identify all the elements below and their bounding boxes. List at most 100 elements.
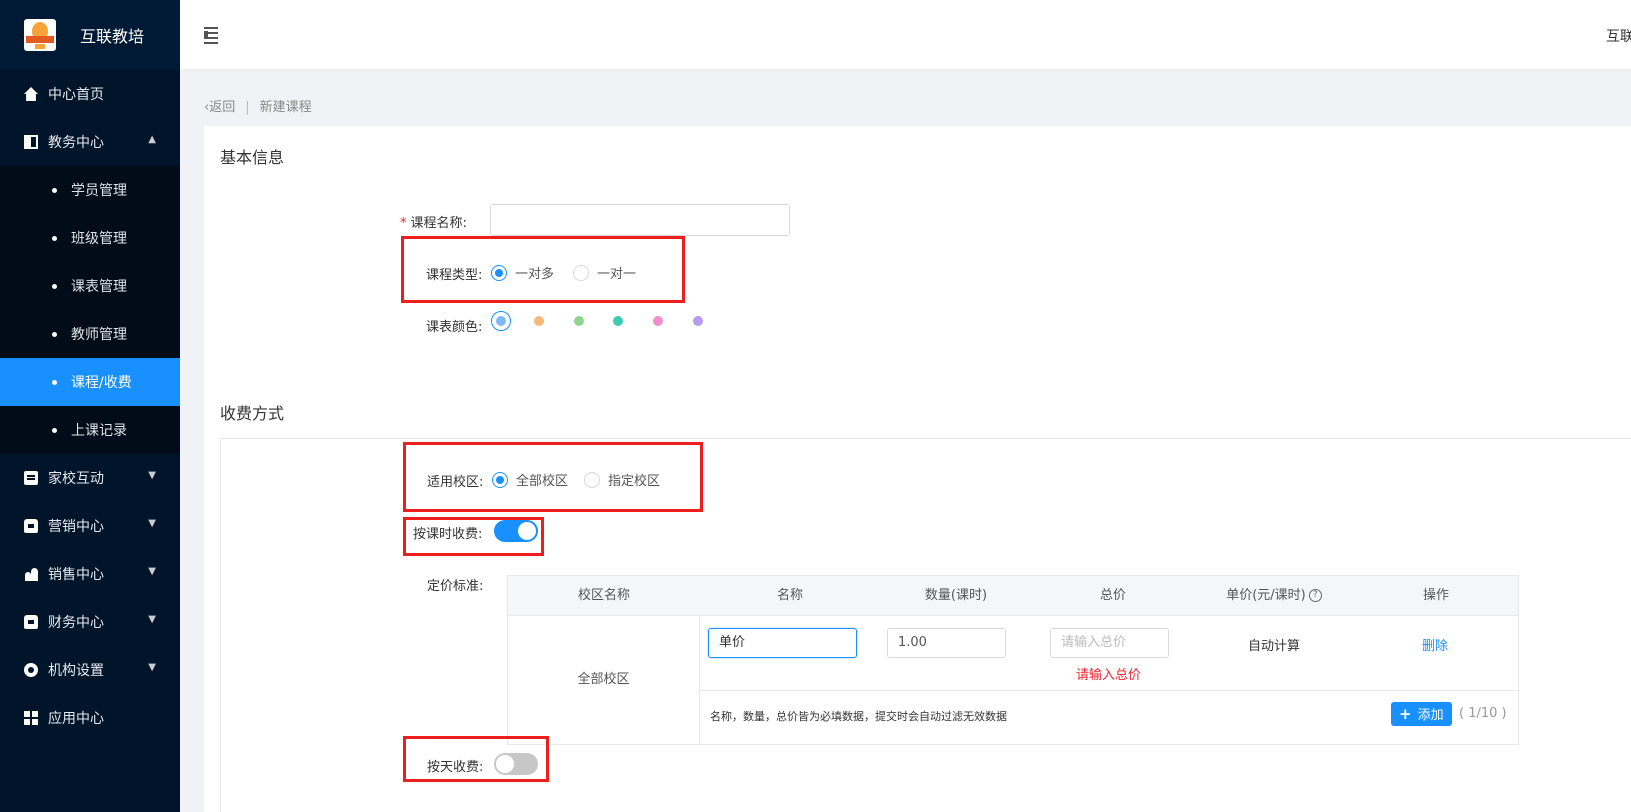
row-count: ( 1/10 ) (1459, 706, 1507, 721)
sidebar-item-label: 机构设置 (48, 663, 104, 679)
submenu-item-label: 学员管理 (71, 183, 127, 199)
submenu-item-schedule[interactable]: 课表管理 (0, 262, 180, 310)
chevron-down-icon: ▼ (148, 566, 156, 577)
sidebar-item-academic[interactable]: 教务中心 ▲ (0, 118, 180, 166)
color-option-3[interactable] (574, 316, 584, 326)
color-option-5[interactable] (653, 316, 663, 326)
question-circle-icon[interactable]: ? (1308, 589, 1322, 602)
chevron-up-icon: ▲ (148, 134, 156, 145)
course-name-label-text: 课程名称: (410, 216, 467, 231)
submenu-item-records[interactable]: 上课记录 (0, 406, 180, 454)
pricing-table: 校区名称 名称 数量(课时) 总价 单价(元/课时)? 操作 全部校区 单价 1… (507, 575, 1519, 745)
color-label: 课表颜色: (426, 320, 483, 335)
switch-knob (496, 755, 514, 773)
submenu-item-courses[interactable]: 课程/收费 (0, 358, 180, 406)
by-lesson-switch[interactable] (494, 520, 538, 542)
table-header: 校区名称 名称 数量(课时) 总价 单价(元/课时)? 操作 (508, 576, 1518, 616)
color-option-4[interactable] (613, 316, 623, 326)
submenu-item-classes[interactable]: 班级管理 (0, 214, 180, 262)
charge-settings-box: 适用校区: 全部校区 指定校区 按课时收费: 定价标准: 校区名称 名称 数量(… (220, 438, 1631, 812)
color-option-6[interactable] (693, 316, 703, 326)
plus-icon: + (1399, 705, 1412, 723)
th-unit-price: 单价(元/课时)? (1194, 576, 1354, 616)
total-price-input[interactable]: 请输入总价 (1050, 628, 1169, 658)
brand[interactable]: 互联教培 (0, 0, 180, 70)
chevron-down-icon: ▼ (148, 518, 156, 529)
submenu-item-students[interactable]: 学员管理 (0, 166, 180, 214)
th-action: 操作 (1422, 588, 1449, 603)
radio-label: 全部校区 (516, 474, 569, 489)
switch-knob (518, 522, 536, 540)
sidebar-item-label: 财务中心 (48, 615, 104, 631)
th-total: 总价 (1099, 588, 1126, 603)
submenu-item-label: 课表管理 (71, 279, 127, 295)
sidebar-item-sales[interactable]: 销售中心 ▼ (0, 550, 180, 598)
dot-icon (52, 331, 57, 337)
price-name-input[interactable]: 单价 (708, 628, 857, 658)
by-day-switch[interactable] (494, 753, 538, 775)
indent-menu-icon[interactable] (204, 27, 222, 44)
add-button[interactable]: + 添加 (1391, 702, 1452, 726)
radio-label: 指定校区 (608, 474, 661, 489)
course-name-label: * 课程名称: (400, 212, 467, 231)
radio-label: 一对一 (597, 267, 637, 282)
dot-icon (52, 427, 57, 433)
header-user[interactable]: 互联 (1606, 26, 1631, 46)
submenu-item-teachers[interactable]: 教师管理 (0, 310, 180, 358)
th-quantity: 数量(课时) (924, 588, 988, 603)
grid-icon (24, 711, 38, 725)
color-option-2[interactable] (534, 316, 544, 326)
th-unit-price-text: 单价(元/课时) (1226, 588, 1306, 603)
sidebar-item-label: 教务中心 (48, 135, 104, 151)
sidebar-item-settings[interactable]: 机构设置 ▼ (0, 646, 180, 694)
section-title-basic: 基本信息 (220, 148, 285, 167)
sidebar-item-label: 营销中心 (48, 519, 104, 535)
pricing-label: 定价标准: (427, 579, 484, 594)
breadcrumb-separator: | (245, 100, 250, 115)
sidebar-item-apps[interactable]: 应用中心 (0, 694, 180, 742)
sidebar-item-marketing[interactable]: 营销中心 ▼ (0, 502, 180, 550)
sidebar-item-home[interactable]: 中心首页 (0, 70, 180, 118)
back-link[interactable]: ‹返回 (204, 100, 235, 115)
radio-circle (491, 264, 507, 281)
people-icon (24, 567, 38, 581)
chevron-down-icon: ▼ (148, 614, 156, 625)
add-button-label: 添加 (1417, 708, 1444, 723)
submenu-item-label: 班级管理 (71, 231, 127, 247)
sidebar-item-home-school[interactable]: 家校互动 ▼ (0, 454, 180, 502)
radio-one-to-one[interactable]: 一对一 (573, 263, 636, 282)
table-note: 名称，数量，总价皆为必填数据，提交时会自动过滤无效数据 (710, 710, 1007, 723)
required-mark: * (400, 216, 407, 231)
chat-icon (24, 471, 38, 485)
row-divider (700, 690, 1518, 691)
sidebar-item-label: 中心首页 (48, 87, 104, 103)
breadcrumb-current: 新建课程 (259, 100, 312, 115)
sidebar-item-finance[interactable]: 财务中心 ▼ (0, 598, 180, 646)
th-campus: 校区名称 (577, 588, 630, 603)
bag-icon (24, 519, 38, 533)
submenu-item-label: 课程/收费 (71, 375, 132, 391)
radio-all-campus[interactable]: 全部校区 (492, 470, 568, 489)
delete-link[interactable]: 删除 (1422, 635, 1448, 654)
dot-icon (52, 283, 57, 289)
brand-name: 互联教培 (80, 27, 145, 46)
quantity-input[interactable]: 1.00 (887, 628, 1006, 658)
color-option-1[interactable] (491, 311, 511, 331)
back-label: 返回 (209, 100, 236, 115)
radio-one-to-many[interactable]: 一对多 (491, 263, 554, 282)
dot-icon (52, 379, 57, 385)
wallet-icon (24, 615, 38, 629)
sidebar-item-label: 家校互动 (48, 471, 104, 487)
dot-icon (52, 235, 57, 241)
book-icon (24, 135, 38, 149)
academic-submenu: 学员管理 班级管理 课表管理 教师管理 课程/收费 上课记录 (0, 166, 180, 454)
radio-circle (573, 264, 589, 281)
th-name: 名称 (776, 588, 803, 603)
radio-circle (492, 471, 508, 488)
breadcrumb: ‹返回 | 新建课程 (204, 96, 312, 115)
radio-label: 一对多 (515, 267, 555, 282)
course-name-input[interactable] (490, 204, 790, 236)
radio-specific-campus[interactable]: 指定校区 (584, 470, 660, 489)
chevron-down-icon: ▼ (148, 662, 156, 673)
by-lesson-label: 按课时收费: (413, 527, 483, 542)
